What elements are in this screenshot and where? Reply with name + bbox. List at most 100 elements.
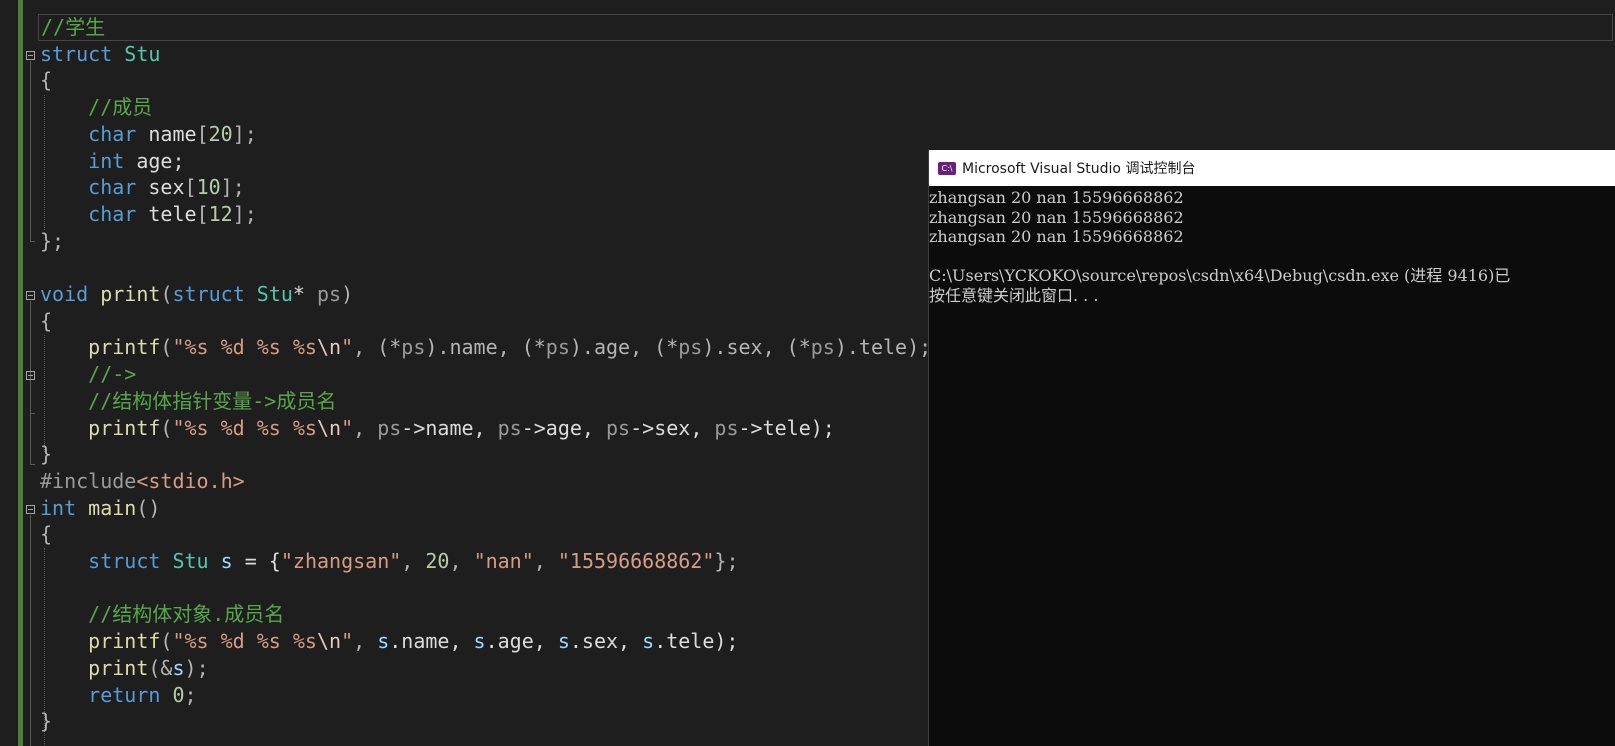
code-line[interactable]: char sex[10]; [40,174,245,201]
code-token: ]; [232,121,257,146]
code-token: //-> [40,362,137,387]
code-token: , (* [353,335,402,360]
code-token: "zhangsan" [280,549,402,573]
current-code-line[interactable]: //学生 [38,14,1613,41]
code-token: char [88,201,137,226]
code-line[interactable]: #include<stdio.h> [40,468,245,495]
collapse-print-function-icon[interactable] [26,291,35,300]
outline-line [30,61,31,242]
code-token: ( [160,335,173,360]
code-line[interactable]: } [40,708,52,735]
code-token: () [136,495,161,520]
code-token: ps [678,335,703,360]
code-token: \n [316,415,342,440]
code-token: , [533,549,558,573]
code-token: ->name, [401,415,498,440]
code-token: ps [317,282,342,306]
outline-line [30,515,31,746]
code-token: char [88,121,137,146]
code-token: 12 [208,201,233,226]
code-token: { [40,308,53,333]
console-output-line: 按任意键关闭此窗口. . . [929,285,1099,305]
code-token: ).tele); [834,335,932,360]
code-line[interactable]: { [40,67,52,94]
code-token: ; [184,682,197,707]
code-line[interactable]: struct Stu [40,41,160,68]
collapse-comment-icon[interactable] [26,371,35,380]
code-token: //成员 [40,95,153,120]
code-token: ps [377,415,402,440]
code-token: //结构体对象.成员名 [40,602,285,627]
code-line[interactable]: printf("%s %d %s %s\n", s.name, s.age, s… [40,628,738,655]
code-line[interactable]: char tele[12]; [40,201,257,228]
code-line[interactable]: } [40,441,52,468]
console-titlebar[interactable]: C:\ Microsoft Visual Studio 调试控制台 [929,150,1615,186]
code-line[interactable]: printf("%s %d %s %s\n", (*ps).name, (*ps… [40,334,931,361]
code-token: <stdio.h> [136,468,245,493]
code-token: }; [40,228,65,253]
code-token: , [449,549,474,573]
code-token: 10 [196,175,221,200]
debug-console-window[interactable]: C:\ Microsoft Visual Studio 调试控制台 zhangs… [928,150,1615,746]
code-token: [ [196,121,209,146]
editor-gutter [0,0,18,746]
code-line[interactable]: //结构体对象.成员名 [40,601,284,628]
code-line[interactable]: return 0; [40,682,197,709]
code-token: tele [136,201,197,226]
code-line[interactable]: print(&s); [40,655,208,682]
change-tracking-bar [18,0,23,746]
code-token: .age, [485,629,558,654]
console-output[interactable]: zhangsan 20 nan 15596668862 zhangsan 20 n… [929,188,1615,305]
code-token: 20 [208,121,233,146]
code-token: ).name, (* [425,335,546,360]
code-token: ) [341,282,354,306]
code-line[interactable]: int main() [40,495,160,522]
collapse-main-function-icon[interactable] [26,505,35,514]
code-token: \n [316,335,342,360]
code-line[interactable]: }; [40,228,64,255]
code-token: Stu [256,282,293,306]
code-line[interactable]: //-> [40,361,136,388]
code-token: ( [160,415,173,440]
code-token: print [88,655,149,680]
code-token: "%s %d %s %s [172,629,317,654]
code-line[interactable]: { [40,521,52,548]
code-token: ->age, [521,415,607,440]
code-line[interactable]: printf("%s %d %s %s\n", ps->name, ps->ag… [40,415,835,442]
code-line[interactable]: char name[20]; [40,121,257,148]
code-token: Stu [124,41,161,66]
code-line[interactable]: { [40,308,52,335]
code-token: .name, [389,629,474,654]
code-token: Stu [172,549,209,573]
code-token: main [88,495,137,520]
code-token: name [136,121,197,146]
code-token: //结构体指针变量->成员名 [40,388,337,413]
code-line[interactable]: //成员 [40,94,152,121]
code-line[interactable]: int age; [40,148,185,175]
code-token: ->sex, [630,415,715,440]
code-token: 20 [425,549,450,573]
code-token: "%s %d %s %s [172,335,317,360]
code-line[interactable]: //结构体指针变量->成员名 [40,388,336,415]
code-line[interactable]: struct Stu s = {"zhangsan", 20, "nan", "… [40,548,738,575]
code-token: return [88,682,161,707]
code-token: ps [545,335,570,360]
outline-end [30,413,35,414]
code-token: s [172,655,185,680]
code-token: " [341,629,354,654]
code-token: printf [88,335,161,360]
code-line[interactable]: void print(struct Stu* ps) [40,281,353,308]
code-token: ]; [232,201,257,226]
collapse-struct-icon[interactable] [26,51,35,60]
code-token: age; [124,148,185,173]
